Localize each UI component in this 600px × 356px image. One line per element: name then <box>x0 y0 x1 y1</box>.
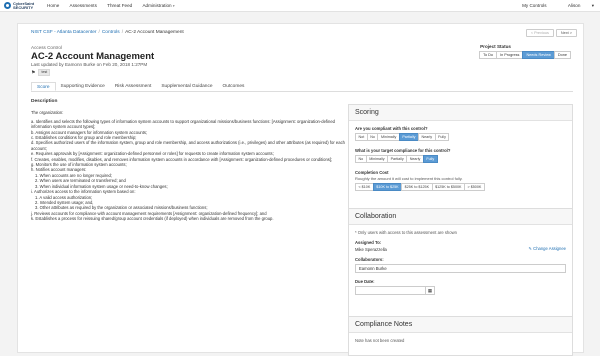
project-status-label: Project Status <box>480 44 511 49</box>
collaboration-panel: Collaboration * Only users with access t… <box>348 208 573 327</box>
compliance-notes-empty: Note has not been created <box>355 338 405 343</box>
change-assignee-label: Change Assignee <box>533 246 566 251</box>
target-minimally-option[interactable]: Minimally <box>365 155 389 163</box>
chevron-down-icon: ▾ <box>172 4 175 8</box>
compliance-partially-option[interactable]: Partially <box>398 133 419 141</box>
current-compliance-question: Are you compliant with this control? <box>355 126 428 131</box>
compliance-nearly-option[interactable]: Nearly <box>417 133 436 141</box>
my-controls-link[interactable]: My Controls <box>522 3 547 8</box>
collaborators-input[interactable]: Eamonn Burke <box>355 264 566 273</box>
list-item: a. Identifies and selects the following … <box>31 118 335 130</box>
logo-icon <box>4 2 11 9</box>
calendar-icon[interactable]: ▦ <box>425 287 434 294</box>
nav-home[interactable]: Home <box>47 3 59 8</box>
current-compliance-selector: Not No Minimally Partially Nearly Fully <box>355 133 566 141</box>
target-nearly-option[interactable]: Nearly <box>406 155 424 163</box>
logo-subtext: SECURITY <box>13 4 34 10</box>
chevron-down-icon: ▾ <box>591 3 594 8</box>
assignee-name: Mike Sperazzella <box>355 247 387 252</box>
last-updated: Last updated by Eamonn Burke on Feb 20, … <box>31 62 148 67</box>
status-needs-review-button[interactable]: Needs Review <box>522 51 555 59</box>
change-assignee-link[interactable]: ✎ Change Assignee <box>528 246 566 251</box>
due-date-input[interactable] <box>356 287 425 294</box>
previous-button[interactable]: < Previous <box>525 29 554 37</box>
tab-supplemental-guidance[interactable]: Supplemental Guidance <box>156 82 217 91</box>
page-title: AC-2 Account Management <box>31 51 155 62</box>
tab-outcomes[interactable]: Outcomes <box>218 82 250 91</box>
target-compliance-question: What is your target compliance for this … <box>355 148 451 153</box>
pager: < Previous Next > <box>525 29 577 37</box>
list-item: d. Specifies authorized users of the inf… <box>31 140 345 151</box>
collaboration-note: * Only users with access to this assessm… <box>355 230 457 235</box>
breadcrumb-controls[interactable]: Controls <box>102 30 120 35</box>
compliance-minimally-option[interactable]: Minimally <box>377 133 400 141</box>
app-logo[interactable]: CyberSaint SECURITY <box>4 1 38 10</box>
cost-over-500k-option[interactable]: > $500K <box>464 183 485 191</box>
completion-cost-selector: < $10K $10K to $25K $25K to $125K $125K … <box>355 183 566 191</box>
tab-risk-assessment[interactable]: Risk Assessment <box>110 82 157 91</box>
collaborators-label: Collaborators: <box>355 257 384 262</box>
breadcrumb: NIST CSF - Atlanta Datacenter / Controls / A… <box>31 30 184 35</box>
tags: ⚑ test <box>31 69 51 76</box>
status-done-button[interactable]: Done <box>553 51 571 59</box>
user-name: Alison <box>567 3 581 8</box>
cost-10k-25k-option[interactable]: $10K to $25K <box>372 183 403 191</box>
description-heading: Description <box>31 99 58 104</box>
description-intro: The organization: <box>31 110 64 116</box>
compliance-notes-panel: Compliance Notes Note has not been creat… <box>348 316 573 356</box>
tab-score[interactable]: Score <box>31 82 56 91</box>
cost-25k-125k-option[interactable]: $25K to $125K <box>401 183 433 191</box>
completion-cost-label: Completion Cost <box>355 170 389 175</box>
target-compliance-selector: No Minimally Partially Nearly Fully <box>355 155 566 163</box>
control-family: Access Control <box>31 45 62 50</box>
compliance-fully-option[interactable]: Fully <box>434 133 450 141</box>
target-fully-option[interactable]: Fully <box>422 155 438 163</box>
scoring-title: Scoring <box>349 105 572 121</box>
cost-under-10k-option[interactable]: < $10K <box>355 183 374 191</box>
due-date-label: Due Date: <box>355 279 375 284</box>
main-nav: Home Assessments Threat Feed Administrat… <box>38 3 175 8</box>
description-section: Description The organization: a. Identif… <box>31 99 351 222</box>
assigned-to-label: Assigned To: <box>355 240 382 245</box>
next-button[interactable]: Next > <box>555 29 577 37</box>
top-navbar: CyberSaint SECURITY Home Assessments Thre… <box>0 0 600 12</box>
target-partially-option[interactable]: Partially <box>387 155 408 163</box>
tab-supporting-evidence[interactable]: Supporting Evidence <box>56 82 110 91</box>
control-tabs: Score Supporting Evidence Risk Assessmen… <box>31 82 573 92</box>
cost-125k-500k-option[interactable]: $125K to $500K <box>431 183 466 191</box>
nav-administration-label: Administration <box>142 3 172 8</box>
completion-cost-help: Roughly the amount it will cost to imple… <box>355 176 463 181</box>
status-to-do-button[interactable]: To Do <box>479 51 498 59</box>
nav-threat-feed[interactable]: Threat Feed <box>107 3 132 8</box>
compliance-notes-title: Compliance Notes <box>349 317 572 333</box>
pencil-icon: ✎ <box>528 246 532 251</box>
breadcrumb-current: AC-2 Account Management <box>125 30 184 35</box>
user-menu[interactable]: Alison ▾ <box>558 3 594 8</box>
tag-icon: ⚑ <box>31 69 36 76</box>
control-page: NIST CSF - Atlanta Datacenter / Controls / A… <box>17 23 584 356</box>
due-date-field: ▦ <box>355 286 435 295</box>
list-item: k. Establishes a process for reissuing s… <box>31 216 274 222</box>
nav-assessments[interactable]: Assessments <box>70 3 97 8</box>
nav-administration[interactable]: Administration ▾ <box>142 3 174 8</box>
scoring-panel: Scoring Are you compliant with this cont… <box>348 104 573 218</box>
project-status: Project Status To Do In Progress Needs R… <box>479 44 571 59</box>
status-in-progress-button[interactable]: In Progress <box>496 51 524 59</box>
collaboration-title: Collaboration <box>349 209 572 225</box>
tag-badge[interactable]: test <box>38 69 51 76</box>
breadcrumb-assessment[interactable]: NIST CSF - Atlanta Datacenter <box>31 30 97 35</box>
